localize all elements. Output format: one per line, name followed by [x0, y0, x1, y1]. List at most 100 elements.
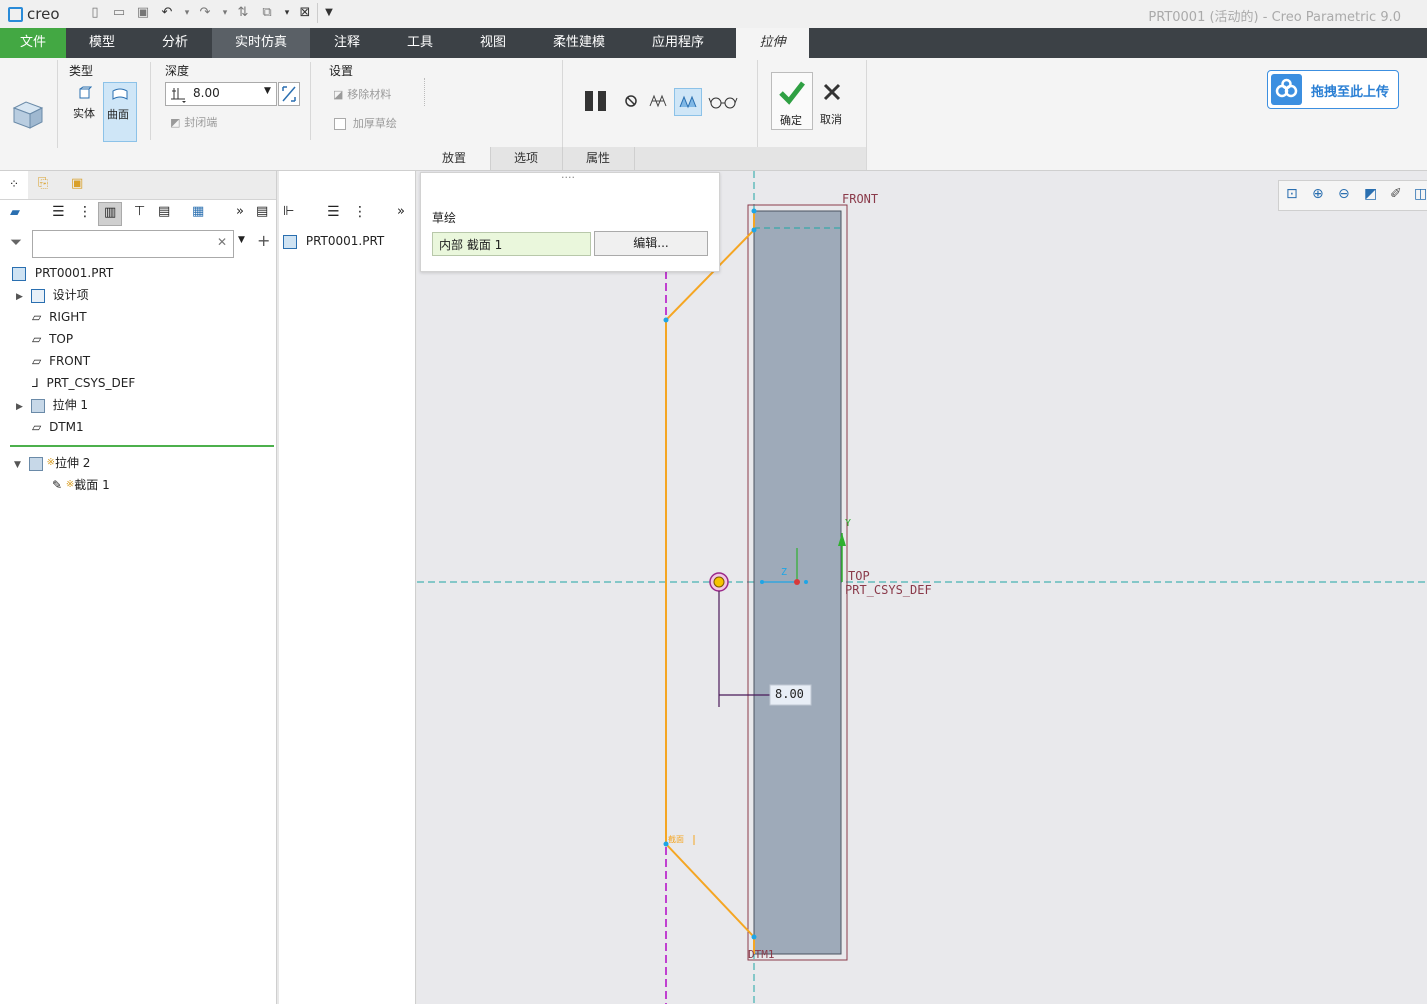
layer-tool-icon[interactable]: ⊩	[283, 204, 294, 219]
sketch-collector[interactable]: 内部 截面 1	[432, 232, 591, 256]
clear-search-icon[interactable]: ✕	[217, 235, 227, 249]
sketch-vertex[interactable]	[751, 227, 757, 233]
sketch-vertex[interactable]	[663, 317, 669, 323]
filter-tree-icon[interactable]: ⊤	[134, 204, 145, 219]
tab-options[interactable]: 选项	[490, 147, 563, 170]
solid-button[interactable]: 实体	[69, 82, 101, 122]
surface-button[interactable]: 曲面	[103, 82, 137, 142]
depth-drag-handle-center[interactable]	[713, 576, 725, 588]
glasses-icon[interactable]	[708, 94, 738, 110]
ok-button[interactable]: 确定	[771, 72, 813, 130]
tree-item-front[interactable]: ▱ FRONT	[32, 350, 90, 372]
close-ends-checkbox[interactable]: ◩ 封闭端	[170, 114, 217, 130]
tab-tools[interactable]: 工具	[384, 28, 456, 58]
tab-flexible-modeling[interactable]: 柔性建模	[530, 28, 628, 58]
layer-root[interactable]: PRT0001.PRT	[283, 230, 384, 252]
expand-icon[interactable]: ▶	[16, 292, 23, 302]
display-style-icon[interactable]: ◫	[1414, 186, 1427, 202]
dtm1-label[interactable]: DTM1	[748, 948, 775, 961]
remove-material-button[interactable]: ◪ 移除材料	[333, 86, 391, 102]
tree-item-csys[interactable]: ⅃ PRT_CSYS_DEF	[32, 372, 135, 394]
add-filter-icon[interactable]: +	[257, 231, 270, 250]
model-tree-tab[interactable]: ⁘	[0, 171, 28, 199]
insert-indicator[interactable]	[10, 445, 274, 447]
settings-tree-icon[interactable]: ▤	[158, 204, 170, 219]
csys-origin[interactable]	[794, 579, 800, 585]
tab-properties[interactable]: 属性	[562, 147, 635, 170]
folder-browser-icon[interactable]: ⎘	[38, 176, 48, 191]
edit-sketch-button[interactable]: 编辑...	[594, 231, 708, 256]
open-file-icon[interactable]: ▭	[112, 6, 126, 20]
column-icon[interactable]: ⋮	[78, 204, 92, 220]
undo-icon[interactable]: ↶	[160, 6, 174, 20]
new-file-icon[interactable]: ▯	[88, 6, 102, 20]
spin-center-icon[interactable]: ✐	[1390, 186, 1402, 202]
tab-placement[interactable]: 放置	[418, 147, 491, 170]
sketch-vertex[interactable]	[751, 934, 757, 940]
tree-item-right[interactable]: ▱ RIGHT	[32, 306, 87, 328]
sketch-vertex[interactable]	[751, 208, 757, 214]
depth-dropdown-icon[interactable]: ▼	[264, 86, 271, 96]
tree-item-dtm1[interactable]: ▱ DTM1	[32, 416, 84, 438]
tree-item-top[interactable]: ▱ TOP	[32, 328, 73, 350]
verify-preview-button[interactable]	[674, 88, 702, 116]
depth-value[interactable]: 8.00	[193, 86, 220, 100]
show-icon[interactable]: ▰	[10, 205, 20, 220]
close-window-icon[interactable]: ⊠	[298, 6, 312, 20]
zoom-out-icon[interactable]: ⊖	[1338, 186, 1350, 202]
no-preview-icon[interactable]	[624, 94, 638, 108]
layout-button[interactable]: ▥	[98, 202, 122, 226]
customize-toolbar-icon[interactable]: ▼	[322, 6, 336, 20]
depth-input[interactable]: 8.00 ▼	[165, 82, 277, 106]
tree-view-icon[interactable]: ☰	[52, 204, 65, 220]
upload-drop-button[interactable]: 拖拽至此上传	[1267, 70, 1399, 109]
tree-view-icon[interactable]: ☰	[327, 204, 340, 220]
windows-dropdown-icon[interactable]: ▾	[280, 6, 294, 20]
tree-item-section-1[interactable]: ✎ ※截面 1	[52, 474, 110, 496]
tab-view[interactable]: 视图	[456, 28, 530, 58]
front-datum-label[interactable]: FRONT	[842, 192, 878, 206]
tab-applications[interactable]: 应用程序	[628, 28, 728, 58]
notes-icon[interactable]: ▤	[256, 204, 268, 219]
graphics-window[interactable]: FRONT TOP PRT_CSYS_DEF DTM1 8.00 Y Z 截面	[417, 171, 1427, 1004]
repaint-icon[interactable]: ◩	[1364, 186, 1377, 202]
separate-preview-icon[interactable]	[648, 92, 668, 110]
more-tools-icon[interactable]: »	[397, 204, 405, 219]
cancel-button[interactable]: 取消	[815, 72, 849, 128]
refit-icon[interactable]: ⊡	[1286, 186, 1298, 202]
csys-label[interactable]: PRT_CSYS_DEF	[845, 583, 932, 597]
zoom-in-icon[interactable]: ⊕	[1312, 186, 1324, 202]
tree-item-design-items[interactable]: ▶ 设计项	[16, 284, 89, 306]
details-icon[interactable]: ▦	[192, 204, 204, 219]
blind-depth-icon[interactable]	[168, 85, 188, 103]
tree-search-input[interactable]: ✕	[32, 230, 234, 258]
redo-icon[interactable]: ↷	[198, 6, 212, 20]
depth-dimension-value[interactable]: 8.00	[775, 687, 804, 701]
windows-icon[interactable]: ⧉	[260, 6, 274, 20]
undo-dropdown-icon[interactable]: ▾	[180, 6, 194, 20]
search-dropdown-icon[interactable]: ▼	[238, 235, 245, 245]
panel-grip[interactable]: ····	[561, 171, 575, 184]
redo-dropdown-icon[interactable]: ▾	[218, 6, 232, 20]
tab-file[interactable]: 文件	[0, 28, 66, 58]
collapse-icon[interactable]: ▼	[14, 460, 21, 470]
tree-root[interactable]: PRT0001.PRT	[12, 262, 113, 284]
tree-item-extrude-2[interactable]: ▼ ※拉伸 2	[14, 452, 90, 474]
top-datum-label[interactable]: TOP	[848, 569, 870, 583]
save-icon[interactable]: ▣	[136, 6, 150, 20]
filter-icon[interactable]: ⏷	[10, 233, 22, 251]
flip-direction-button[interactable]	[278, 82, 300, 106]
favorites-icon[interactable]: ▣	[71, 176, 83, 191]
tree-item-extrude-1[interactable]: ▶ 拉伸 1	[16, 394, 88, 416]
expand-icon[interactable]: ▶	[16, 402, 23, 412]
regenerate-icon[interactable]: ⇅	[236, 6, 250, 20]
tab-model[interactable]: 模型	[66, 28, 138, 58]
tab-annotate[interactable]: 注释	[310, 28, 384, 58]
pause-icon[interactable]	[584, 90, 608, 112]
thicken-sketch-checkbox[interactable]: 加厚草绘	[334, 115, 397, 131]
tab-extrude[interactable]: 拉伸	[736, 28, 809, 58]
column-icon[interactable]: ⋮	[353, 204, 367, 220]
tab-analysis[interactable]: 分析	[138, 28, 212, 58]
more-tools-icon[interactable]: »	[236, 204, 244, 219]
tab-live-simulation[interactable]: 实时仿真	[212, 28, 310, 58]
